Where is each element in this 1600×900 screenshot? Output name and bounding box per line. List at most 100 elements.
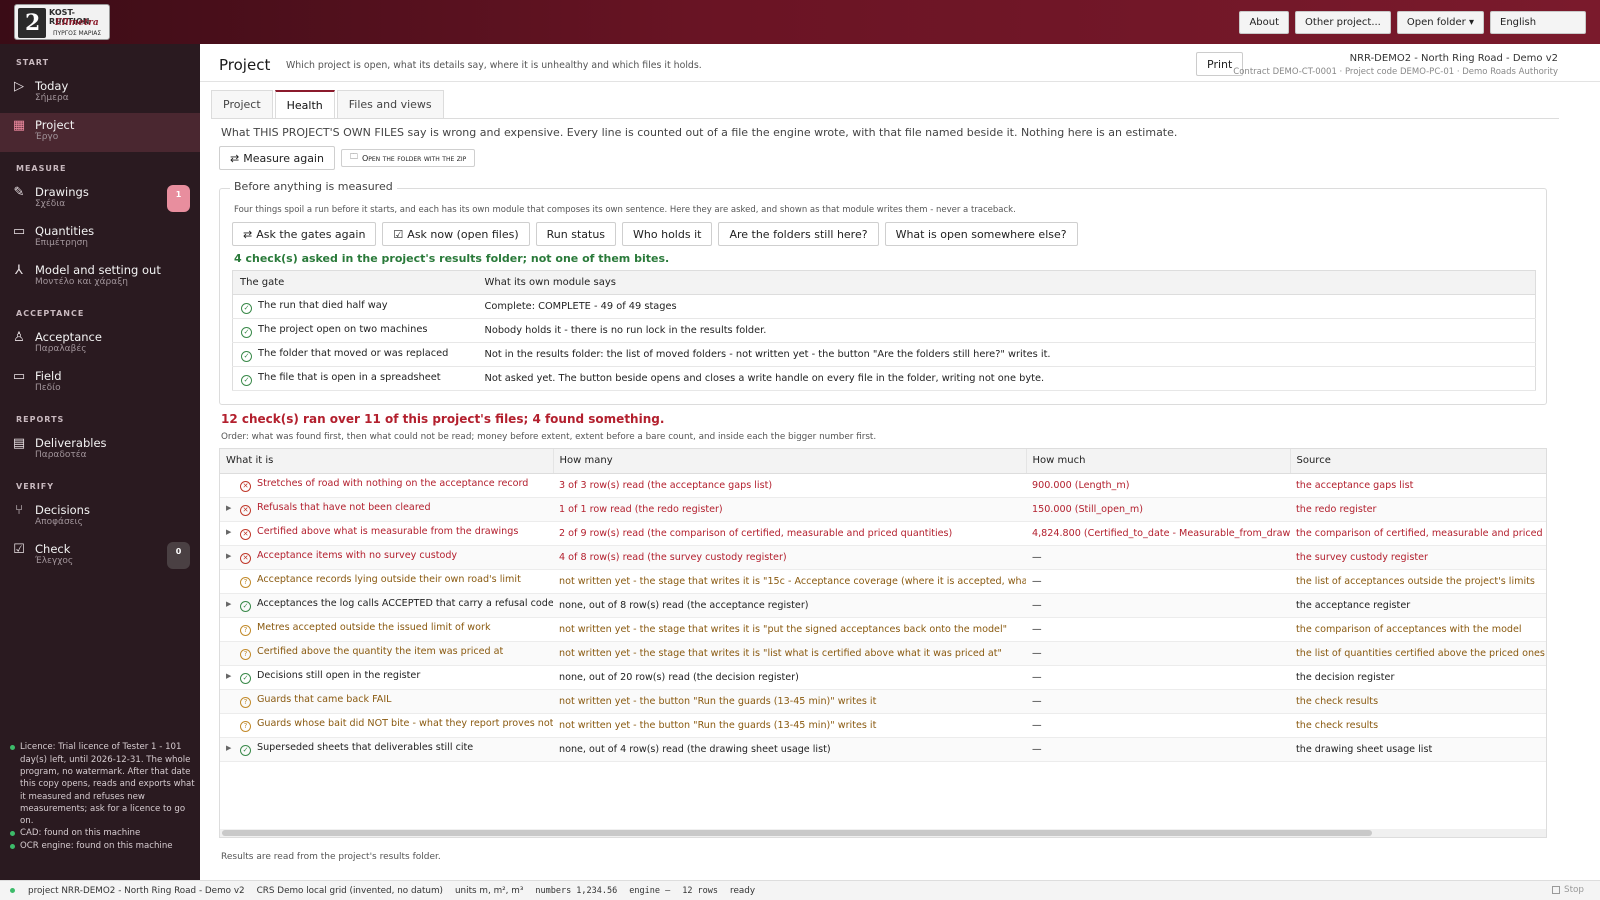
health-intro: What THIS PROJECT'S OWN FILES say is wro…: [221, 126, 1178, 139]
tab-health[interactable]: Health: [274, 90, 335, 118]
gate-cell: ✓ The folder that moved or was replaced: [232, 342, 478, 367]
much-cell: —: [1026, 737, 1290, 762]
sidebar-item-project[interactable]: ▦ Project Έργο: [0, 113, 200, 152]
table-row[interactable]: ▶ ✕ Acceptance items with no survey custod…: [220, 545, 1546, 570]
run-status-button[interactable]: Run status: [535, 222, 617, 246]
open-folder-zip-label: Open the folder with the zip: [361, 153, 467, 163]
check-ok-icon: ✓: [241, 326, 252, 338]
sidebar-status: Licence: Trial licence of Tester 1 - 101…: [8, 741, 196, 852]
sidebar-item-sublabel: Σήμερα: [35, 93, 69, 103]
expand-caret-icon[interactable]: ▶: [226, 504, 240, 512]
expand-caret-icon[interactable]: ▶: [226, 528, 240, 536]
stop-button[interactable]: Stop: [1552, 885, 1584, 895]
table-row[interactable]: ▶ ✓ Acceptances the log calls ACCEPTED tha…: [220, 593, 1546, 618]
gate-cell: ✓ The run that died half way: [232, 294, 478, 319]
what-label: Decisions still open in the register: [257, 670, 421, 681]
table-row[interactable]: ? Certified above the quantity the item w…: [220, 641, 1546, 666]
much-cell: —: [1026, 617, 1290, 642]
table-row[interactable]: ▶ ✓ Decisions still open in the register no…: [220, 665, 1546, 690]
what-label: Acceptance records lying outside their o…: [257, 574, 521, 585]
what-label: Superseded sheets that deliverables stil…: [257, 742, 474, 753]
sidebar-item-acceptance[interactable]: ♙ Acceptance Παραλαβές: [0, 325, 200, 364]
checkbox-icon: ☑: [13, 542, 25, 557]
scrollbar-thumb[interactable]: [222, 830, 1372, 836]
status-project: project NRR-DEMO2 - North Ring Road - De…: [28, 886, 245, 896]
table-row[interactable]: ? Guards that came back FAIL not written y…: [220, 689, 1546, 714]
what-cell: ▶ ✕ Certified above what is measurable fro…: [220, 521, 553, 546]
tab-project[interactable]: Project: [211, 90, 273, 118]
gate-says: Not asked yet. The button beside opens a…: [477, 366, 1536, 391]
column-header-source[interactable]: Source: [1290, 449, 1546, 474]
other-project-button[interactable]: Other project...: [1295, 11, 1391, 34]
table-row[interactable]: ✓ The run that died half way Complete: CO…: [232, 294, 1536, 319]
column-header-much[interactable]: How much: [1026, 449, 1291, 474]
horizontal-scrollbar[interactable]: [220, 829, 1546, 837]
check-ok-icon: ✓: [240, 745, 251, 756]
table-row[interactable]: ▶ ✓ Superseded sheets that deliverables st…: [220, 737, 1546, 762]
table-row[interactable]: ✕ Stretches of road with nothing on the a…: [220, 473, 1546, 498]
who-holds-it-button[interactable]: Who holds it: [622, 222, 713, 246]
gate-name: The file that is open in a spreadsheet: [258, 371, 441, 383]
sidebar-item-deliverables[interactable]: ▤ Deliverables Παραδοτέα: [0, 431, 200, 470]
app-logo[interactable]: KOST-RUCTION Ellmetra ΠΥΡΓΟΣ ΜΑΡΙΑΣ: [14, 4, 110, 40]
sidebar-item-sublabel: Παραδοτέα: [35, 450, 87, 460]
source-cell: the comparison of acceptances with the m…: [1290, 617, 1546, 642]
sidebar-item-quantities[interactable]: ▭ Quantities Επιμέτρηση: [0, 219, 200, 258]
results-footnote: Results are read from the project's resu…: [221, 852, 441, 862]
open-folder-button[interactable]: Open folder ▾: [1396, 11, 1484, 34]
about-button[interactable]: About: [1239, 11, 1290, 34]
sidebar-item-label: Model and setting out: [35, 263, 161, 277]
source-cell: the comparison of certified, measurable …: [1290, 521, 1546, 546]
sidebar-item-label: Project: [35, 118, 75, 132]
measure-again-button[interactable]: ⇄ Measure again: [219, 146, 335, 170]
expand-caret-icon[interactable]: ▶: [226, 744, 240, 752]
gates-ok-line: 4 check(s) asked in the project's result…: [234, 252, 670, 265]
what-label: Metres accepted outside the issued limit…: [257, 622, 491, 633]
measure-again-label: Measure again: [243, 151, 324, 165]
language-select[interactable]: English: [1490, 11, 1586, 34]
sidebar-item-model[interactable]: ⅄ Model and setting out Μοντέλο και χάρα…: [0, 258, 200, 297]
table-row[interactable]: ✓ The project open on two machines Nobody…: [232, 318, 1536, 343]
tab-files-and-views[interactable]: Files and views: [336, 90, 444, 118]
licence-status: Licence: Trial licence of Tester 1 - 101…: [8, 741, 196, 827]
sidebar-item-today[interactable]: ▷ Today Σήμερα: [0, 74, 200, 113]
table-row[interactable]: ▶ ✕ Refusals that have not been cleared 1 o…: [220, 497, 1546, 522]
table-row[interactable]: ▶ ✕ Certified above what is measurable fro…: [220, 521, 1546, 546]
column-header-what[interactable]: What it is: [220, 449, 554, 474]
sidebar-item-field[interactable]: ▭ Field Πεδίο: [0, 364, 200, 403]
table-row[interactable]: ✓ The folder that moved or was replaced N…: [232, 342, 1536, 367]
sidebar-item-sublabel: Αποφάσεις: [35, 517, 83, 527]
table-row[interactable]: ? Acceptance records lying outside their …: [220, 569, 1546, 594]
check-ok-icon: ✓: [241, 350, 252, 362]
project-info: NRR-DEMO2 - North Ring Road - Demo v2 Co…: [1233, 53, 1558, 77]
table-row[interactable]: ✓ The file that is open in a spreadsheet …: [232, 366, 1536, 391]
folders-still-here-button[interactable]: Are the folders still here?: [718, 222, 879, 246]
stop-label: Stop: [1564, 885, 1584, 895]
count-cell: none, out of 8 row(s) read (the acceptan…: [553, 593, 1026, 618]
expand-caret-icon[interactable]: ▶: [226, 552, 240, 560]
much-cell: —: [1026, 569, 1290, 594]
open-folder-zip-button[interactable]: 🗀 Open the folder with the zip: [340, 149, 476, 167]
sidebar-item-sublabel: Μοντέλο και χάραξη: [35, 277, 128, 287]
sidebar-item-drawings[interactable]: ✎ Drawings Σχέδια 1: [0, 180, 200, 219]
gate-says: Complete: COMPLETE - 49 of 49 stages: [477, 294, 1536, 319]
expand-caret-icon[interactable]: ▶: [226, 672, 240, 680]
sidebar-item-decisions[interactable]: ⑂ Decisions Αποφάσεις: [0, 498, 200, 537]
calendar-icon: ▦: [12, 118, 26, 133]
table-row[interactable]: ? Metres accepted outside the issued limi…: [220, 617, 1546, 642]
open-elsewhere-button[interactable]: What is open somewhere else?: [884, 222, 1078, 246]
much-cell: —: [1026, 665, 1290, 690]
what-cell: ? Guards whose bait did NOT bite - what t…: [220, 713, 553, 738]
count-cell: not written yet - the stage that writes …: [553, 569, 1026, 594]
cad-status: CAD: found on this machine: [8, 827, 196, 839]
much-cell: 900.000 (Length_m): [1026, 473, 1290, 498]
error-icon: ✕: [240, 529, 251, 540]
ask-now-button[interactable]: ☑ Ask now (open files): [382, 222, 530, 246]
sidebar-item-check[interactable]: ☑ Check Έλεγχος 0: [0, 537, 200, 576]
much-cell: —: [1026, 545, 1290, 570]
column-header-count[interactable]: How many: [553, 449, 1027, 474]
ask-gates-again-button[interactable]: ⇄ Ask the gates again: [232, 222, 377, 246]
table-row[interactable]: ? Guards whose bait did NOT bite - what t…: [220, 713, 1546, 738]
document-icon: ▤: [12, 436, 26, 451]
expand-caret-icon[interactable]: ▶: [226, 600, 240, 608]
